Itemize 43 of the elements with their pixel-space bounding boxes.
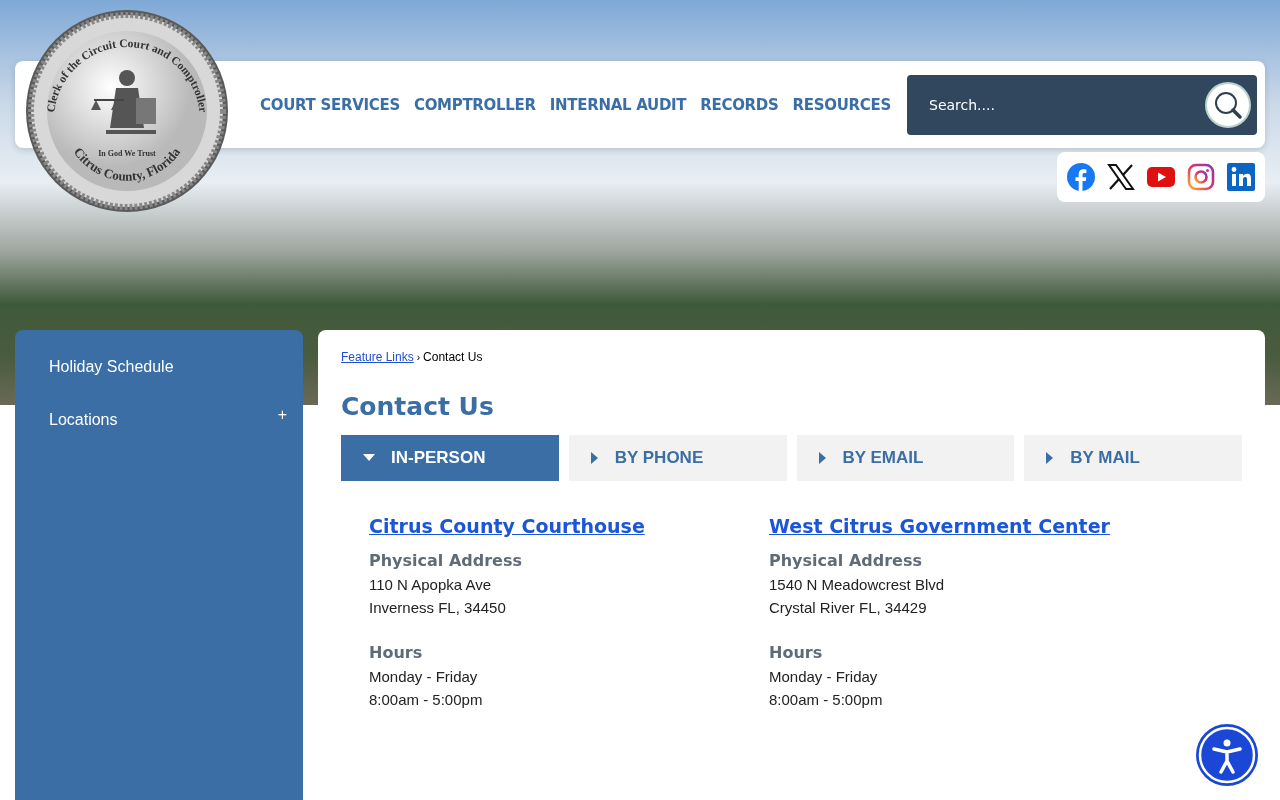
nav-link[interactable]: COURT SERVICES [260, 95, 400, 114]
detail-text: 8:00am - 5:00pm [369, 690, 484, 710]
section-heading: Hours [769, 643, 824, 662]
breadcrumb-separator: › [416, 352, 421, 363]
nav-link[interactable]: INTERNAL AUDIT [549, 95, 687, 114]
detail-text: 1540 N Meadowcrest Blvd [769, 575, 946, 595]
detail-text: Inverness FL, 34450 [369, 598, 507, 618]
detail-text: Monday - Friday [769, 667, 879, 687]
caret-down-icon [363, 454, 375, 462]
facebook-icon[interactable] [1067, 163, 1095, 191]
instagram-icon[interactable] [1187, 163, 1215, 191]
detail-text: Crystal River FL, 34429 [769, 598, 928, 618]
detail-text: 8:00am - 5:00pm [769, 690, 884, 710]
nav-link[interactable]: RESOURCES [792, 95, 891, 114]
section-heading: Physical Address [769, 551, 923, 570]
search-box[interactable]: Search.... [907, 74, 1257, 135]
caret-right-icon [590, 452, 599, 464]
search-field[interactable]: Search.... [927, 88, 1205, 121]
tab[interactable]: BY EMAIL [796, 435, 1015, 481]
sidebar-link[interactable]: Holiday Schedule [49, 357, 174, 376]
breadcrumb-link[interactable]: Feature Links [341, 350, 414, 364]
search-button[interactable] [1205, 81, 1251, 128]
nav-link[interactable]: RECORDS [700, 95, 779, 114]
location-link[interactable]: West Citrus Government Center [769, 515, 1169, 537]
expand-button[interactable]: + [275, 405, 289, 424]
detail-text: 110 N Apopka Ave [369, 575, 493, 595]
detail-text: Monday - Friday [369, 667, 479, 687]
location-link[interactable]: Citrus County Courthouse [369, 515, 769, 537]
section-heading: Hours [369, 643, 424, 662]
tab[interactable]: BY PHONE [568, 435, 787, 481]
linkedin-icon[interactable] [1227, 163, 1255, 191]
youtube-icon[interactable] [1147, 167, 1175, 187]
caret-right-icon [818, 452, 827, 464]
section-heading: Physical Address [369, 551, 523, 570]
tab[interactable]: BY MAIL [1024, 435, 1242, 481]
caret-right-icon [1046, 452, 1055, 464]
page-title: Contact Us [341, 392, 495, 421]
nav-link[interactable]: COMPTROLLER [413, 95, 536, 114]
x-logo-icon[interactable] [1107, 163, 1135, 191]
sidebar-link[interactable]: Locations [49, 410, 118, 429]
accessibility-button[interactable] [1195, 723, 1259, 787]
breadcrumb-current: Contact Us [423, 350, 483, 364]
tab[interactable]: IN-PERSON [341, 435, 559, 481]
